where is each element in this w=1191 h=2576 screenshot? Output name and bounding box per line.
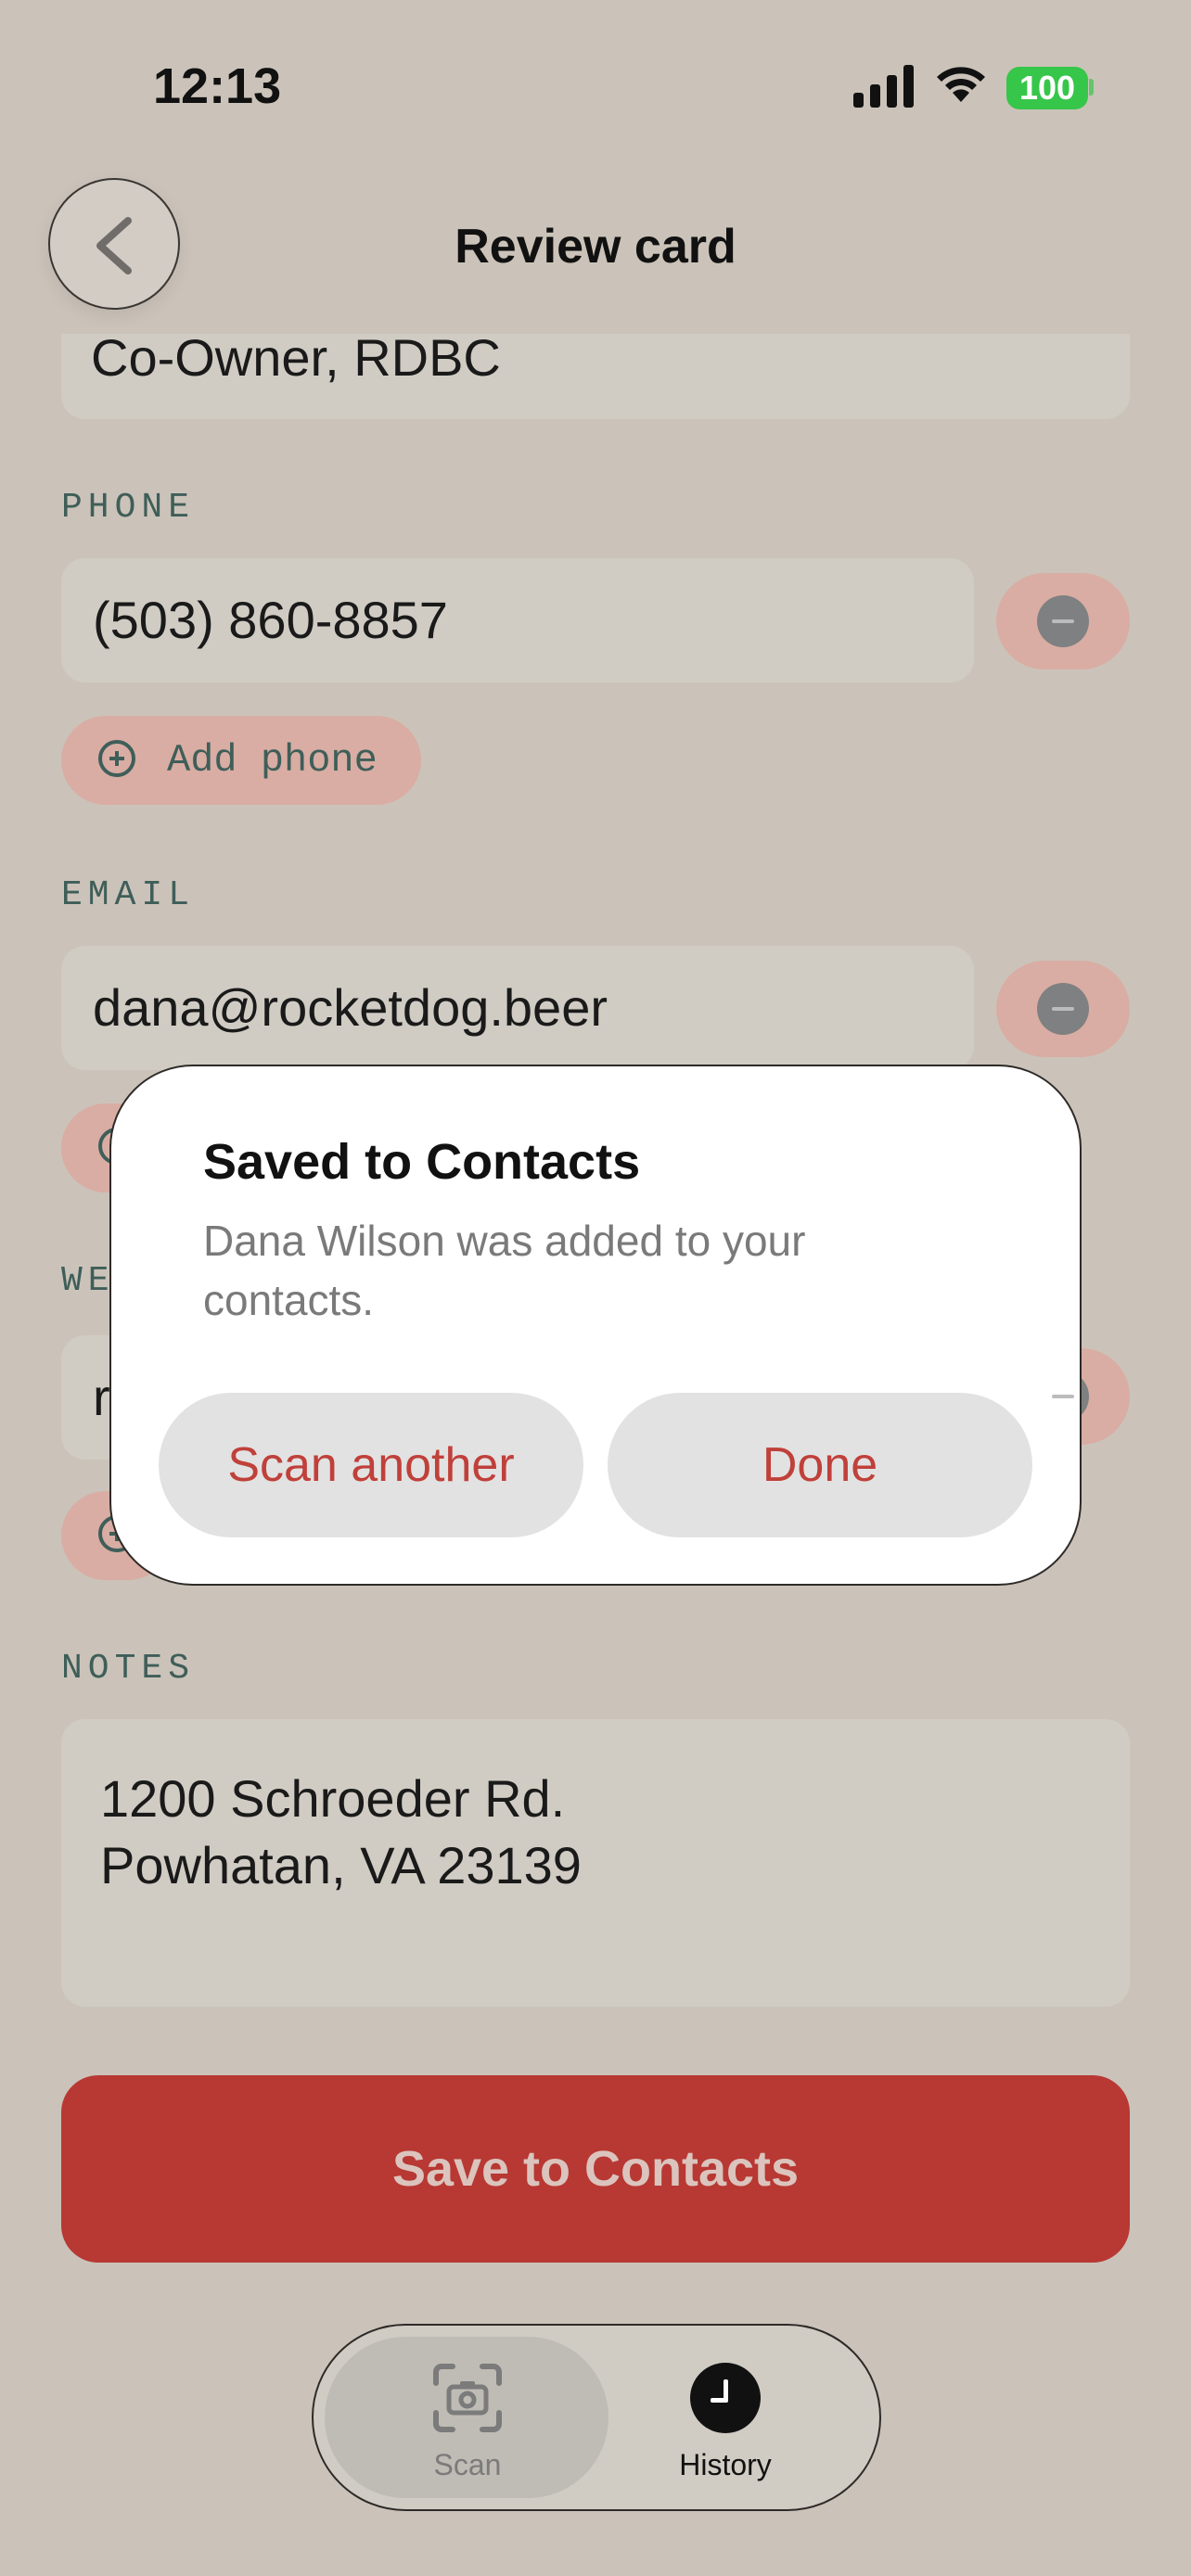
add-phone-label: Add phone	[167, 738, 378, 783]
notes-section-label: NOTES	[61, 1649, 196, 1689]
wifi-icon	[937, 67, 985, 102]
done-button[interactable]: Done	[608, 1393, 1032, 1537]
dialog-message: Dana Wilson was added to your contacts.	[203, 1217, 806, 1324]
add-phone-button[interactable]: Add phone	[61, 716, 421, 805]
clock-icon	[690, 2363, 761, 2433]
scan-another-button[interactable]: Scan another	[159, 1393, 583, 1537]
website-section-label: WE	[61, 1261, 115, 1301]
phone-section-label: PHONE	[61, 488, 196, 528]
notes-line: Powhatan, VA 23139	[100, 1836, 582, 1894]
tab-history[interactable]: History	[649, 2448, 801, 2482]
remove-email-button[interactable]	[996, 961, 1130, 1057]
plus-circle-icon	[98, 740, 135, 777]
email-input[interactable]: dana@rocketdog.beer	[61, 946, 974, 1070]
cellular-signal-icon	[853, 65, 914, 108]
job-title-field[interactable]: Co-Owner, RDBC	[61, 334, 1130, 419]
notes-field[interactable]: 1200 Schroeder Rd. Powhatan, VA 23139	[61, 1719, 1130, 2007]
dialog-title: Saved to Contacts	[203, 1134, 641, 1190]
battery-indicator: 100	[1006, 67, 1088, 109]
save-to-contacts-button[interactable]: Save to Contacts	[61, 2075, 1130, 2263]
tab-scan-label: Scan	[433, 2448, 502, 2481]
phone-input[interactable]: (503) 860-8857	[61, 558, 974, 682]
email-section-label: EMAIL	[61, 875, 196, 915]
remove-phone-button[interactable]	[996, 573, 1130, 670]
notes-line: 1200 Schroeder Rd.	[100, 1769, 566, 1828]
camera-scan-icon	[433, 2364, 502, 2432]
page-title: Review card	[455, 220, 736, 274]
status-time: 12:13	[153, 58, 282, 114]
job-title-value: Co-Owner, RDBC	[91, 334, 501, 387]
battery-tip	[1089, 79, 1094, 96]
